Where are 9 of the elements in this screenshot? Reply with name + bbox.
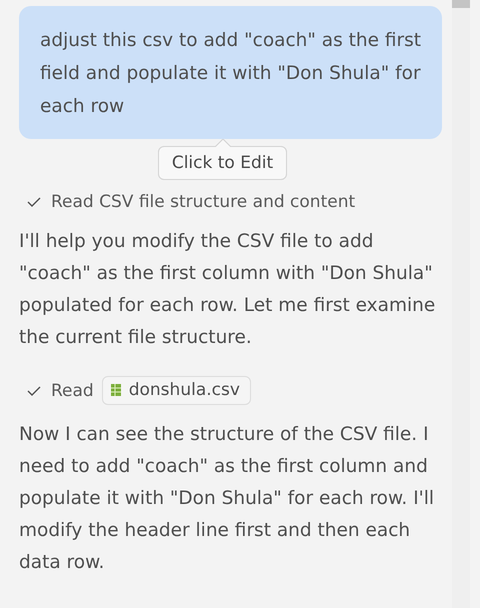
user-message[interactable]: adjust this csv to add "coach" as the first field and populate it with "Don Shula" for each row — [19, 6, 442, 139]
spreadsheet-icon — [110, 384, 121, 396]
file-chip[interactable]: donshula.csv — [102, 376, 251, 405]
assistant-paragraph: Now I can see the structure of the CSV file. I need to add "coach" as the first column and populate it with "Don Shula" for each row. I'll modify the header line first and then each data row. — [19, 423, 436, 575]
scrollbar[interactable] — [452, 0, 470, 608]
assistant-paragraph: I'll help you modify the CSV file to add "coach" as the first column with "Don Shula" populated for each row. Let me first examine the current file structure. — [19, 230, 436, 350]
step-label: Read — [51, 380, 94, 400]
step-label: Read CSV file structure and content — [51, 192, 356, 212]
tooltip: Click to Edit — [158, 146, 288, 180]
